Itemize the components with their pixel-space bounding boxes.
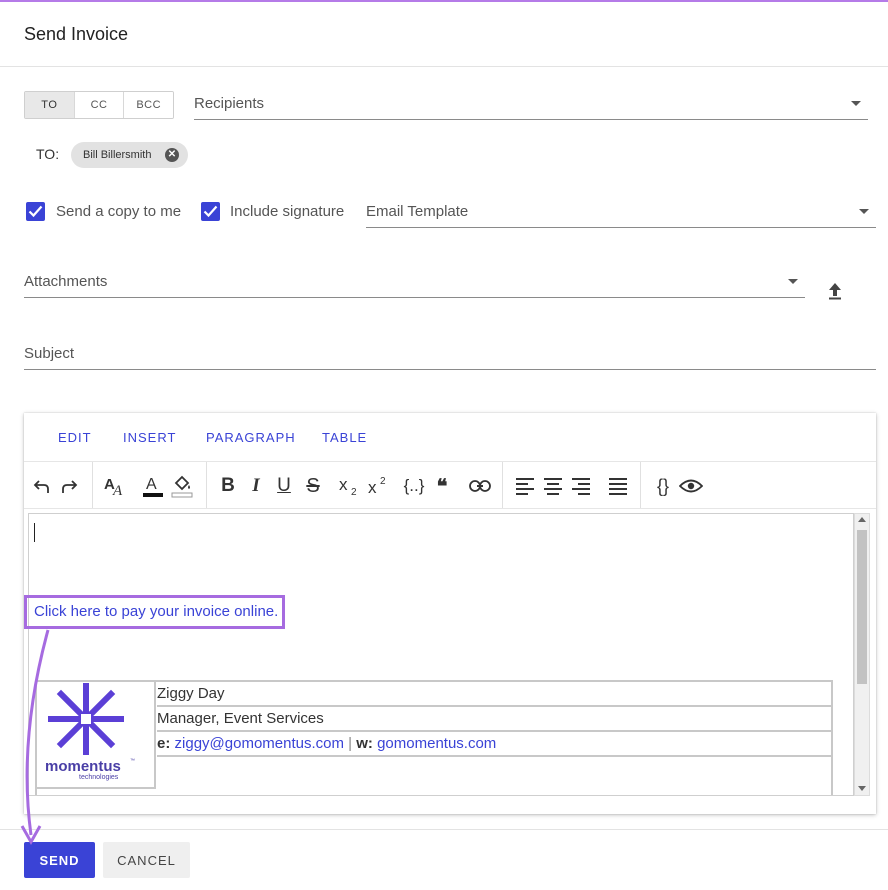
align-center-icon[interactable]: [542, 474, 564, 498]
dialog-header: Send Invoice: [0, 2, 888, 67]
svg-text:A: A: [146, 476, 157, 493]
signature-logo-cell: momentus ™ technologies: [37, 682, 156, 789]
justify-icon[interactable]: [607, 474, 629, 498]
align-left-icon[interactable]: [514, 474, 536, 498]
recipient-chip-label: Bill Billersmith: [83, 149, 152, 161]
pay-invoice-link[interactable]: Click here to pay your invoice online.: [34, 603, 278, 620]
signature-table: momentus ™ technologies Ziggy Day Manage…: [35, 680, 833, 795]
scrollbar-thumb[interactable]: [857, 530, 867, 684]
redo-icon[interactable]: [59, 474, 79, 498]
logo-trademark: ™: [130, 758, 135, 764]
signature-contact: e: ziggy@gomomentus.com | w: gomomentus.…: [157, 732, 831, 757]
italic-icon[interactable]: I: [246, 474, 266, 498]
scroll-up-icon[interactable]: [858, 517, 866, 522]
send-copy-label: Send a copy to me: [56, 203, 182, 220]
menu-insert[interactable]: INSERT: [123, 430, 176, 445]
svg-text:x: x: [368, 478, 377, 497]
editor-scrollbar[interactable]: [854, 513, 870, 796]
pay-link-highlight: Click here to pay your invoice online.: [24, 595, 285, 629]
svg-text:A: A: [112, 483, 123, 496]
align-right-icon[interactable]: [570, 474, 592, 498]
link-icon[interactable]: [468, 474, 492, 498]
subscript-icon[interactable]: x2: [337, 474, 363, 498]
text-cursor: [34, 523, 35, 542]
menu-paragraph[interactable]: PARAGRAPH: [206, 430, 296, 445]
signature-title: Manager, Event Services: [157, 707, 831, 732]
chevron-down-icon: [859, 209, 869, 214]
chevron-down-icon: [788, 279, 798, 284]
to-mode-button[interactable]: TO: [25, 92, 75, 118]
email-template-placeholder: Email Template: [366, 203, 469, 220]
cancel-button[interactable]: CANCEL: [103, 842, 190, 878]
underline-icon[interactable]: U: [274, 474, 294, 498]
chevron-down-icon: [851, 101, 861, 106]
menu-edit[interactable]: EDIT: [58, 430, 92, 445]
subject-placeholder: Subject: [24, 345, 75, 362]
attachments-select[interactable]: Attachments: [24, 268, 805, 298]
preview-icon[interactable]: [679, 474, 703, 498]
toolbar-separator: [206, 462, 207, 508]
superscript-icon[interactable]: x2: [366, 474, 392, 498]
scroll-down-icon[interactable]: [858, 786, 866, 791]
highlight-color-icon[interactable]: [171, 474, 193, 498]
signature-name: Ziggy Day: [157, 682, 831, 707]
toolbar-separator: [502, 462, 503, 508]
bcc-mode-button[interactable]: BCC: [124, 92, 173, 118]
source-code-icon[interactable]: {}: [652, 474, 674, 498]
toolbar-separator: [92, 462, 93, 508]
remove-recipient-icon[interactable]: ✕: [165, 148, 179, 162]
recipients-placeholder: Recipients: [194, 95, 265, 112]
checkmark-icon: [203, 205, 218, 218]
logo-wordmark: momentus: [45, 758, 121, 775]
svg-text:2: 2: [351, 487, 357, 497]
signature-email-link[interactable]: ziggy@gomomentus.com: [175, 735, 344, 752]
checkmark-icon: [28, 205, 43, 218]
recipient-chip: Bill Billersmith ✕: [71, 142, 188, 168]
bold-icon[interactable]: B: [218, 474, 238, 498]
email-template-select[interactable]: Email Template: [366, 198, 876, 228]
email-prefix: e:: [157, 735, 171, 752]
svg-text:2: 2: [380, 476, 386, 487]
subject-input[interactable]: Subject: [24, 340, 876, 370]
send-button[interactable]: SEND: [24, 842, 95, 878]
contact-separator: |: [348, 735, 353, 752]
include-signature-label: Include signature: [230, 203, 345, 220]
undo-icon[interactable]: [32, 474, 52, 498]
footer-divider: [0, 829, 888, 830]
text-color-icon[interactable]: A: [142, 474, 164, 498]
editor-toolbar: AA A B I U S x2 x2 {..} ❝ {}: [24, 461, 876, 509]
recipient-mode-toggle: TO CC BCC: [24, 91, 174, 119]
to-label: TO:: [36, 146, 60, 162]
include-signature-checkbox[interactable]: [201, 202, 220, 221]
signature-website-link[interactable]: gomomentus.com: [377, 735, 496, 752]
merge-field-icon[interactable]: {..}: [400, 474, 428, 498]
blockquote-icon[interactable]: ❝: [430, 474, 454, 498]
menu-table[interactable]: TABLE: [322, 430, 367, 445]
web-prefix: w:: [356, 735, 373, 752]
toolbar-separator: [640, 462, 641, 508]
recipients-select[interactable]: Recipients: [194, 90, 868, 120]
svg-text:x: x: [339, 475, 348, 494]
send-copy-checkbox[interactable]: [26, 202, 45, 221]
cc-mode-button[interactable]: CC: [74, 92, 125, 118]
upload-icon[interactable]: [826, 281, 844, 301]
dialog-title: Send Invoice: [24, 24, 129, 44]
font-size-icon[interactable]: AA: [104, 474, 126, 498]
momentus-logo-icon: [48, 683, 124, 755]
attachments-placeholder: Attachments: [24, 273, 108, 290]
strikethrough-icon[interactable]: S: [302, 474, 324, 498]
logo-subtitle: technologies: [79, 774, 119, 781]
